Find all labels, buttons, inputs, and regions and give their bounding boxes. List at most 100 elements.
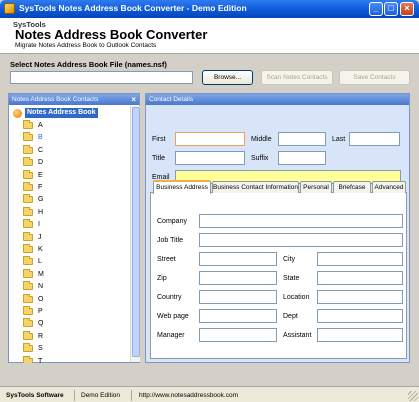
- last-label: Last: [332, 136, 346, 143]
- folder-icon: [23, 182, 33, 191]
- folder-icon: [23, 144, 33, 154]
- save-contacts-button[interactable]: Save Contacts: [339, 70, 410, 85]
- zip-label: Zip: [157, 275, 167, 282]
- scrollbar-thumb[interactable]: [132, 107, 140, 357]
- tree-item-label: L: [38, 258, 42, 266]
- tab-business-contact-information[interactable]: Business Contact Information: [212, 181, 299, 193]
- location-label: Location: [283, 294, 310, 301]
- tree-item-label: O: [38, 295, 44, 303]
- middle-name-field[interactable]: [278, 132, 326, 146]
- tree-root-label: Notes Address Book: [25, 108, 98, 118]
- folder-icon: [23, 231, 33, 241]
- status-url[interactable]: http://www.notesaddressbook.com: [136, 390, 406, 401]
- close-button[interactable]: ×: [400, 2, 414, 16]
- contacts-scrollbar[interactable]: [130, 106, 140, 362]
- tree-item-label: T: [38, 357, 43, 363]
- folder-icon: [23, 330, 33, 340]
- folder-icon: [23, 219, 33, 229]
- city-label: City: [283, 256, 296, 263]
- tree-item-label: J: [38, 233, 42, 241]
- tab-briefcase[interactable]: Briefcase: [333, 181, 371, 193]
- folder-icon: [23, 281, 33, 291]
- tree-item-label: D: [38, 159, 44, 167]
- title-field[interactable]: [175, 151, 245, 165]
- folder-icon: [23, 343, 33, 353]
- close-panel-icon[interactable]: ×: [131, 94, 136, 105]
- company-label: Company: [157, 218, 187, 225]
- window-title: SysTools Notes Address Book Converter - …: [19, 3, 247, 13]
- tree-item-label: C: [38, 146, 44, 154]
- company-field[interactable]: [199, 214, 403, 228]
- tree-item-label: S: [38, 345, 43, 353]
- folder-icon: [23, 169, 33, 179]
- folder-icon: [23, 194, 33, 204]
- folder-icon: [23, 206, 33, 216]
- web-page-label: Web page: [157, 313, 189, 320]
- suffix-field[interactable]: [278, 151, 326, 165]
- city-field[interactable]: [317, 252, 403, 266]
- scan-contacts-button[interactable]: Scan Notes Contacts: [261, 70, 333, 85]
- details-panel-title: Contact Details: [149, 96, 194, 103]
- title-bar: SysTools Notes Address Book Converter - …: [0, 0, 419, 18]
- country-label: Country: [157, 294, 182, 301]
- folder-icon: [23, 132, 33, 142]
- location-field[interactable]: [317, 290, 403, 304]
- minimize-button[interactable]: _: [369, 2, 383, 16]
- folder-icon: [23, 318, 33, 328]
- street-field[interactable]: [199, 252, 277, 266]
- tree-item-label: K: [38, 246, 43, 253]
- tree-item-label: N: [38, 283, 44, 291]
- file-path-input[interactable]: [10, 71, 193, 84]
- browse-button[interactable]: Browse...: [202, 70, 253, 85]
- tree-item-label: Q: [38, 320, 44, 328]
- contacts-panel-title: Notes Address Book Contacts: [12, 96, 99, 103]
- product-title: Notes Address Book Converter: [15, 27, 208, 42]
- status-edition: Demo Edition: [78, 390, 132, 401]
- folder-icon: [23, 244, 33, 253]
- tree-item-label: R: [38, 332, 44, 340]
- tree-item-label: E: [38, 171, 43, 179]
- contact-tabs: Business Address Business Contact Inform…: [150, 180, 407, 359]
- tree-item-label: H: [38, 208, 44, 216]
- last-name-field[interactable]: [349, 132, 400, 146]
- tree-item-label: M: [38, 270, 44, 278]
- contacts-panel-header: Notes Address Book Contacts ×: [9, 94, 139, 105]
- folder-icon: [23, 256, 33, 266]
- first-label: First: [152, 136, 166, 143]
- panel-splitter[interactable]: [141, 93, 144, 363]
- dept-field[interactable]: [317, 309, 403, 323]
- folder-icon: [23, 157, 33, 167]
- details-panel: Contact Details First Middle Last Title …: [145, 93, 410, 363]
- maximize-button[interactable]: □: [384, 2, 398, 16]
- tree-item-label: B: [38, 134, 43, 142]
- manager-field[interactable]: [199, 328, 277, 342]
- folder-icon: [23, 268, 33, 278]
- details-panel-header: Contact Details: [146, 94, 409, 105]
- select-file-label: Select Notes Address Book File (names.ns…: [10, 60, 167, 69]
- first-name-field[interactable]: [175, 132, 245, 146]
- tree-item-label: F: [38, 184, 43, 191]
- country-field[interactable]: [199, 290, 277, 304]
- folder-icon: [23, 120, 33, 129]
- resize-grip[interactable]: [408, 391, 418, 401]
- state-field[interactable]: [317, 271, 403, 285]
- dept-label: Dept: [283, 313, 298, 320]
- tree-item-label: G: [38, 196, 44, 204]
- folder-icon: [23, 355, 33, 363]
- zip-field[interactable]: [199, 271, 277, 285]
- folder-icon: [23, 306, 33, 315]
- tab-advanced[interactable]: Advanced: [372, 181, 406, 193]
- street-label: Street: [157, 256, 176, 263]
- state-label: State: [283, 275, 300, 282]
- tree-item-label: I: [38, 221, 40, 229]
- tab-business-address[interactable]: Business Address: [153, 180, 211, 194]
- tagline: Migrate Notes Address Book to Outlook Co…: [15, 42, 157, 49]
- web-page-field[interactable]: [199, 309, 277, 323]
- assistant-label: Assistant: [283, 332, 312, 339]
- app-icon: [4, 3, 15, 14]
- folder-icon: [23, 293, 33, 303]
- suffix-label: Suffix: [251, 155, 269, 162]
- tab-personal[interactable]: Personal: [300, 181, 332, 193]
- assistant-field[interactable]: [317, 328, 403, 342]
- job-title-field[interactable]: [199, 233, 403, 247]
